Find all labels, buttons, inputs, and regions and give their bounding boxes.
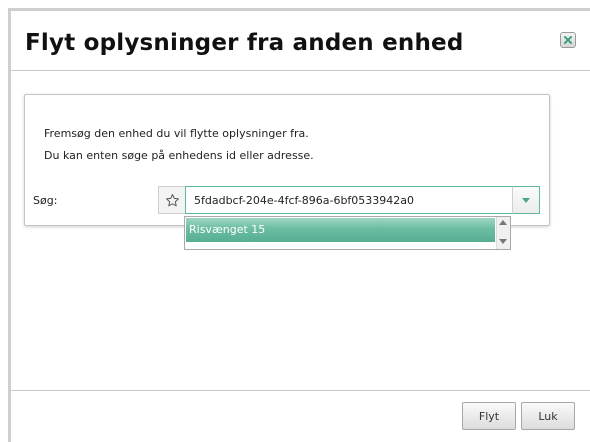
favorite-button[interactable] [158,186,186,214]
suggestion-scrollbar[interactable] [496,217,510,249]
caret-down-icon [522,198,530,203]
scroll-up-arrow-icon[interactable] [499,220,507,225]
dropdown-toggle-button[interactable] [512,186,540,214]
footer-divider [11,390,590,391]
scroll-down-arrow-icon[interactable] [499,239,507,244]
search-label: Søg: [33,194,58,207]
star-outline-icon [166,194,179,207]
instruction-line-2: Du kan enten søge på enhedens id eller a… [44,149,314,162]
close-button[interactable] [560,32,576,48]
suggestion-item[interactable]: Risvænget 15 [186,218,495,242]
suggestion-list: Risvænget 15 [184,216,511,250]
search-input[interactable] [185,186,513,214]
dialog-title: Flyt oplysninger fra anden enhed [25,30,464,56]
instruction-line-1: Fremsøg den enhed du vil flytte oplysnin… [44,127,309,140]
move-button[interactable]: Flyt [462,402,516,430]
title-divider [11,70,590,71]
close-x-icon [564,36,572,44]
close-dialog-button[interactable]: Luk [521,402,575,430]
